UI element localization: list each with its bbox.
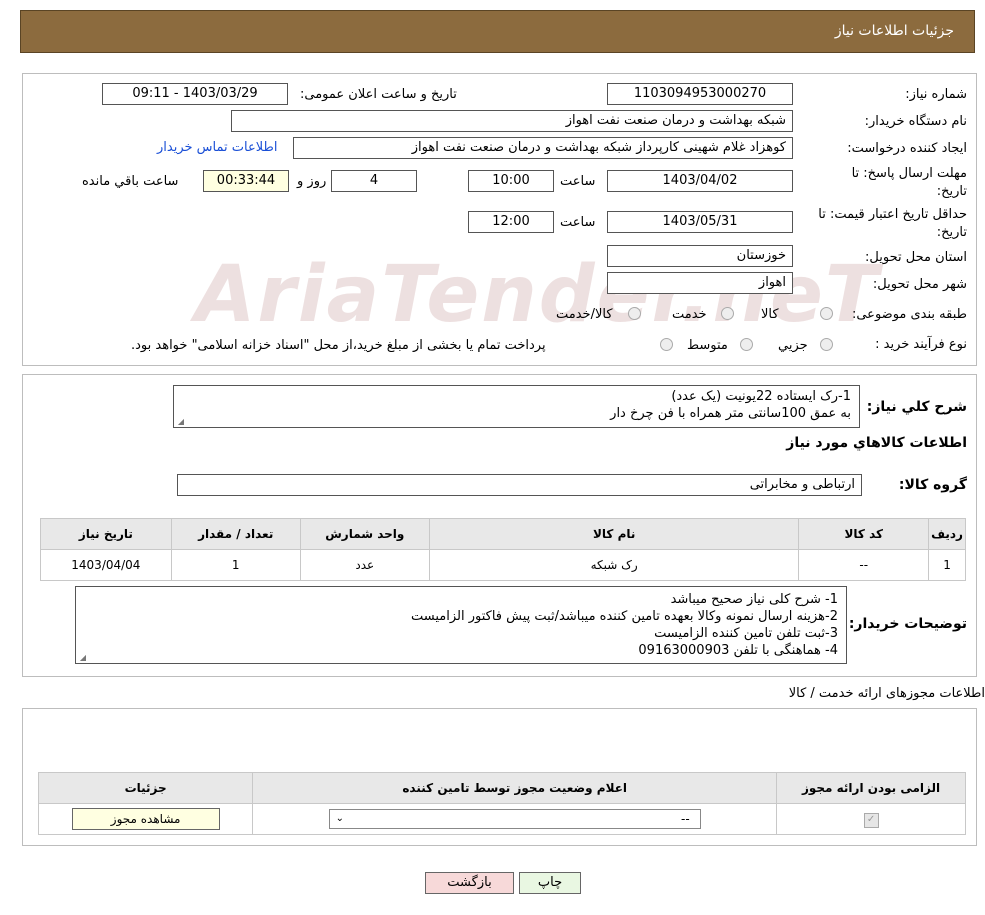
reply-date-field: 1403/04/02 — [607, 170, 793, 192]
permit-status-select[interactable]: -- ⌄ — [328, 809, 701, 829]
remaining-time-field: 00:33:44 — [203, 170, 289, 192]
announce-label: تاریخ و ساعت اعلان عمومی: — [300, 87, 457, 102]
buyer-note-line: 3-ثبت تلفن تامین کننده الزامیست — [654, 626, 838, 641]
category-option-goods: کالا — [761, 307, 779, 322]
city-field: اهواز — [607, 272, 793, 294]
required-checkbox[interactable]: ✓ — [863, 812, 879, 828]
category-label: طبقه بندی موضوعی: — [851, 307, 967, 322]
treasury-checkbox[interactable] — [660, 338, 673, 351]
permits-table: الزامی بودن ارائه مجوز اعلام وضعیت مجوز … — [37, 772, 966, 835]
permits-col-status: اعلام وضعیت مجوز توسط تامین کننده — [252, 772, 778, 804]
category-radio-service[interactable] — [721, 307, 734, 320]
price-time-field: 12:00 — [468, 211, 554, 233]
purchase-radio-medium[interactable] — [740, 338, 753, 351]
goods-col-name: نام کالا — [428, 518, 800, 550]
announce-field: 1403/03/29 - 09:11 — [102, 83, 288, 105]
permits-col-details: جزئیات — [37, 772, 254, 804]
category-option-both: کالا/خدمت — [556, 307, 613, 322]
goods-col-code: کد کالا — [798, 518, 930, 550]
description-label: شرح کلي نياز: — [866, 399, 967, 415]
resize-handle-icon[interactable]: ◢ — [78, 654, 86, 662]
goods-table: رديف کد کالا نام کالا واحد شمارش تعداد /… — [40, 518, 966, 581]
goods-cell-row: 1 — [928, 549, 966, 581]
view-permit-button[interactable]: مشاهده مجوز — [71, 808, 220, 830]
goods-group-field: ارتباطی و مخابراتی — [177, 474, 862, 496]
goods-cell-date: 1403/04/04 — [40, 549, 172, 581]
buyer-notes-textarea[interactable]: 1- شرح کلی نیاز صحیح میباشد 2-هزینه ارسا… — [75, 586, 847, 664]
purchase-radio-minor[interactable] — [820, 338, 833, 351]
goods-col-qty: تعداد / مقدار — [170, 518, 301, 550]
buyer-org-label: نام دستگاه خریدار: — [864, 114, 967, 129]
purchase-option-minor: جزيي — [778, 338, 808, 353]
goods-group-label: گروه کالا: — [898, 477, 967, 493]
page-header: جزئیات اطلاعات نیاز — [20, 10, 975, 53]
goods-col-row: رديف — [928, 518, 966, 550]
buyer-note-line: 1- شرح کلی نیاز صحیح میباشد — [670, 592, 838, 607]
resize-handle-icon[interactable]: ◢ — [176, 418, 184, 426]
reply-time-label: ساعت — [560, 174, 596, 189]
goods-col-date: تاريخ نياز — [40, 518, 172, 550]
permits-col-required: الزامی بودن ارائه مجوز — [776, 772, 966, 804]
description-textarea[interactable]: 1-رک ایستاده 22یونیت (یک عدد) به عمق 100… — [173, 385, 860, 428]
chevron-down-icon: ⌄ — [335, 813, 345, 824]
goods-cell-name: رک شبکه — [428, 549, 800, 581]
purchase-note: پرداخت تمام یا بخشی از مبلغ خرید،از محل … — [131, 338, 546, 353]
permit-status-value: -- — [681, 812, 690, 826]
goods-info-title: اطلاعات کالاهاي مورد نياز — [786, 435, 967, 451]
province-field: خوزستان — [607, 245, 793, 267]
category-radio-goods[interactable] — [820, 307, 833, 320]
category-radio-both[interactable] — [628, 307, 641, 320]
table-row: 1 -- رک شبکه عدد 1 1403/04/04 — [40, 549, 966, 581]
buyer-note-line: 2-هزینه ارسال نمونه وکالا بعهده تامین کن… — [410, 609, 838, 624]
buyer-contact-link[interactable]: اطلاعات تماس خریدار — [157, 140, 277, 155]
need-number-field: 1103094953000270 — [607, 83, 793, 105]
table-row: ✓ -- ⌄ مشاهده مجوز — [37, 803, 966, 835]
creator-field: کوهزاد غلام شهینی کارپرداز شبکه بهداشت و… — [293, 137, 793, 159]
buyer-note-line: 4- هماهنگی با تلفن 09163000903 — [638, 643, 838, 658]
goods-cell-qty: 1 — [170, 549, 301, 581]
price-date-field: 1403/05/31 — [607, 211, 793, 233]
city-label: شهر محل تحویل: — [872, 277, 967, 292]
province-label: استان محل تحویل: — [865, 250, 967, 265]
back-button[interactable]: بازگشت — [425, 872, 514, 894]
buyer-org-field: شبکه بهداشت و درمان صنعت نفت اهواز — [231, 110, 793, 132]
creator-label: ایجاد کننده درخواست: — [847, 141, 967, 156]
print-button[interactable]: چاپ — [519, 872, 581, 894]
description-line: 1-رک ایستاده 22یونیت (یک عدد) — [671, 389, 851, 404]
page-title: جزئیات اطلاعات نیاز — [834, 23, 954, 39]
goods-col-unit: واحد شمارش — [299, 518, 430, 550]
price-validity-label: حداقل تاريخ اعتبار قيمت: تا تاريخ: — [818, 207, 967, 240]
reply-deadline-label: مهلت ارسال پاسخ: تا تاریخ: — [851, 166, 967, 199]
remaining-label: ساعت باقي مانده — [82, 174, 179, 189]
days-field: 4 — [331, 170, 417, 192]
buyer-notes-label: توضیحات خریدار: — [848, 616, 967, 632]
purchase-type-label: نوع فرآیند خرید : — [875, 337, 967, 352]
purchase-option-medium: متوسط — [687, 338, 728, 353]
goods-cell-unit: عدد — [299, 549, 430, 581]
reply-time-field: 10:00 — [468, 170, 554, 192]
day-and-label: روز و — [297, 174, 327, 189]
goods-cell-code: -- — [798, 549, 930, 581]
price-time-label: ساعت — [560, 215, 596, 230]
description-line: به عمق 100سانتی متر همراه با فن چرخ دار — [610, 406, 851, 421]
need-number-label: شماره نیاز: — [905, 87, 967, 102]
category-option-service: خدمت — [672, 307, 707, 322]
permits-title: اطلاعات مجوزهای ارائه خدمت / کالا — [788, 686, 985, 701]
